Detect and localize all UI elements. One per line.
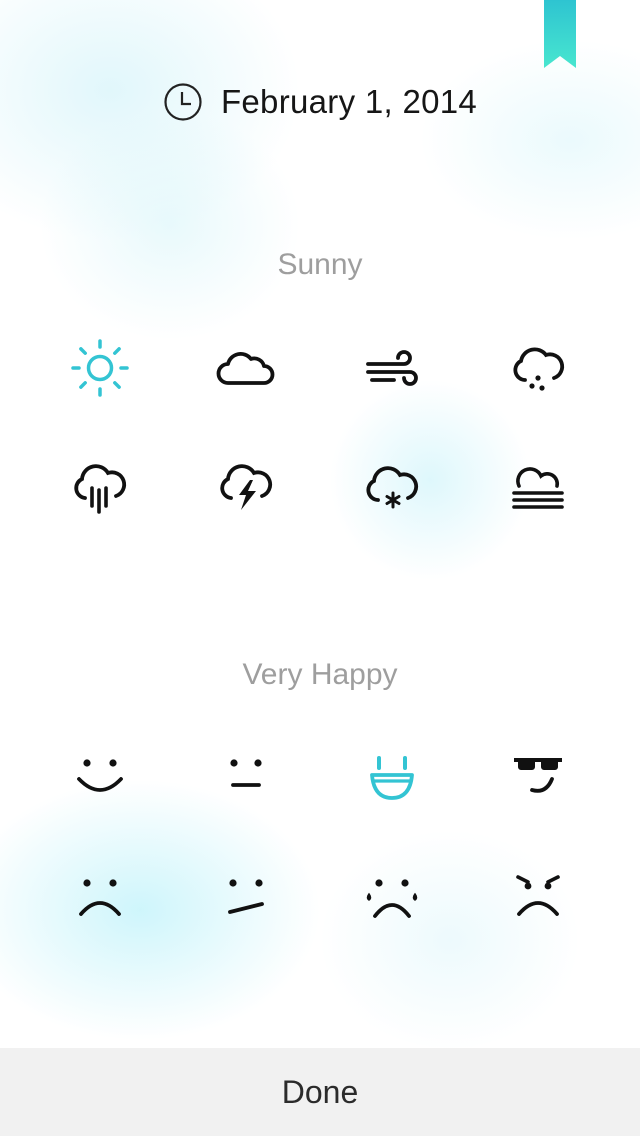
mood-option-happy[interactable] <box>27 718 173 838</box>
mood-option-cool[interactable] <box>465 718 611 838</box>
done-button[interactable]: Done <box>0 1048 640 1136</box>
weather-option-snow[interactable] <box>319 428 465 548</box>
weather-option-windy[interactable] <box>319 308 465 428</box>
skeptical-face-icon <box>228 879 264 914</box>
thunderstorm-icon <box>220 464 273 510</box>
sad-face-icon <box>79 879 121 916</box>
weather-option-fog[interactable] <box>465 428 611 548</box>
done-button-label: Done <box>281 1073 359 1110</box>
date-header[interactable]: February 1, 2014 <box>0 82 640 122</box>
bookmark-ribbon-icon[interactable] <box>544 0 576 68</box>
cool-face-icon <box>514 758 562 793</box>
snow-icon <box>366 466 419 509</box>
date-label: February 1, 2014 <box>220 83 478 120</box>
fog-icon <box>512 467 564 509</box>
mood-option-very-happy[interactable] <box>319 718 465 838</box>
clock-icon <box>164 83 202 121</box>
mood-selected-label: Very Happy <box>242 658 398 691</box>
weather-option-sunny[interactable] <box>27 308 173 428</box>
weather-grid <box>0 308 640 548</box>
wind-icon <box>366 350 418 386</box>
weather-option-drizzle[interactable] <box>465 308 611 428</box>
mood-option-angry[interactable] <box>465 838 611 958</box>
mood-option-crying[interactable] <box>319 838 465 958</box>
neutral-face-icon <box>230 759 262 787</box>
weather-option-rain[interactable] <box>27 428 173 548</box>
cloud-icon <box>216 352 275 385</box>
mood-grid <box>0 718 640 958</box>
mood-option-sad[interactable] <box>27 838 173 958</box>
crying-face-icon <box>366 879 418 918</box>
weather-option-thunderstorm[interactable] <box>173 428 319 548</box>
very-happy-face-icon <box>370 756 414 800</box>
smile-icon <box>77 759 123 792</box>
sun-icon <box>71 339 129 397</box>
weather-selected-label: Sunny <box>277 248 363 281</box>
drizzle-icon <box>513 347 565 391</box>
mood-option-skeptical[interactable] <box>173 838 319 958</box>
weather-option-cloudy[interactable] <box>173 308 319 428</box>
rain-icon <box>74 464 127 514</box>
angry-face-icon <box>516 875 560 916</box>
mood-option-neutral[interactable] <box>173 718 319 838</box>
